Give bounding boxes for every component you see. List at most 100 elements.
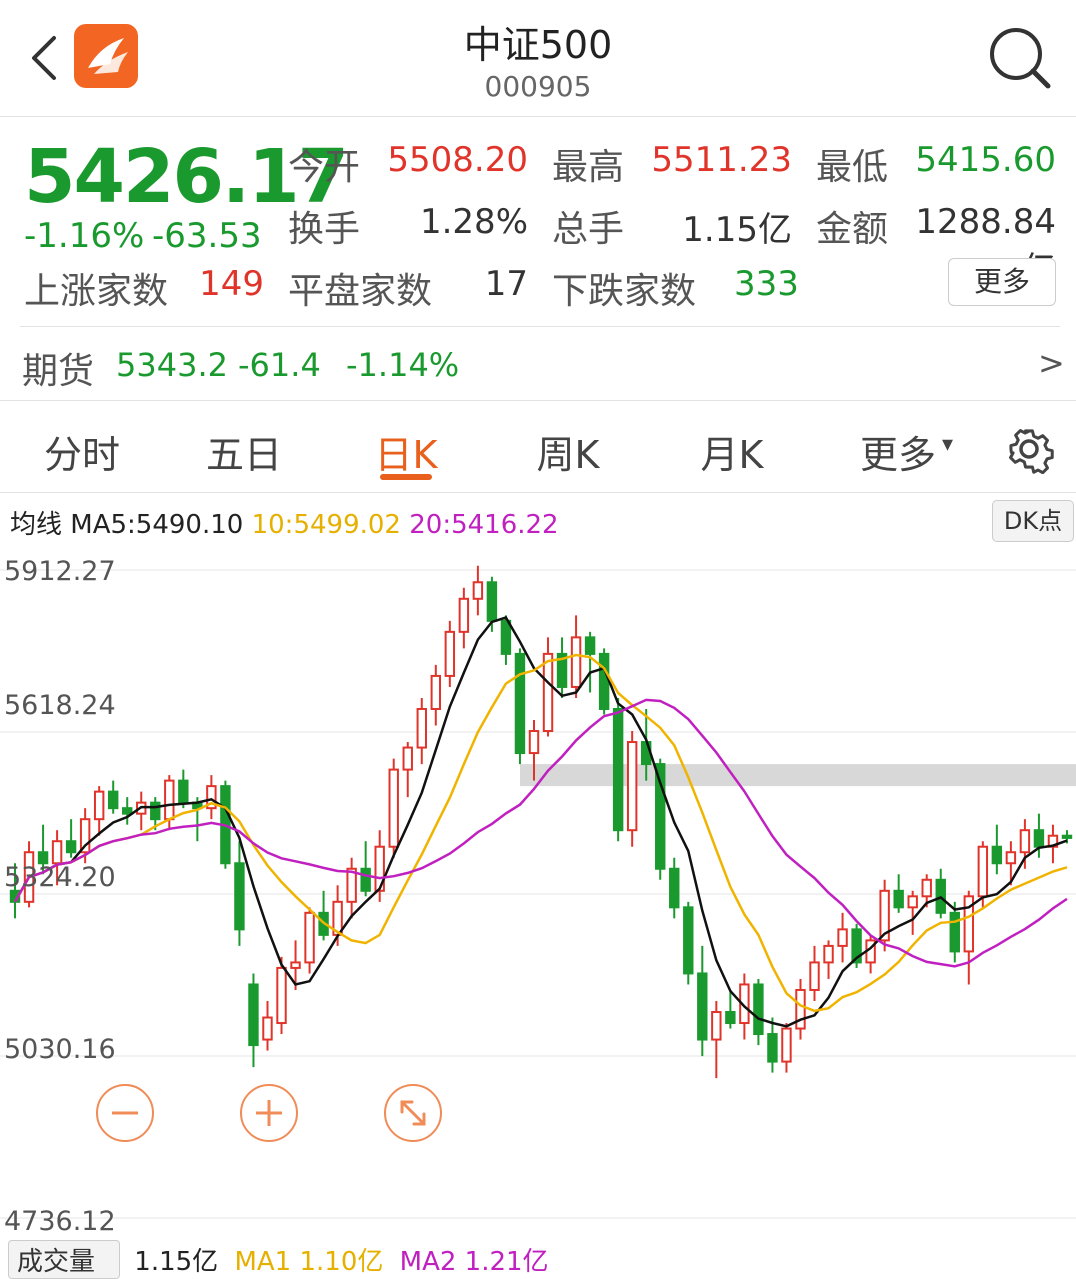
candle-body xyxy=(416,707,427,749)
candle-body xyxy=(570,636,582,688)
candle-body xyxy=(107,790,119,810)
candle-body xyxy=(584,636,596,655)
zoom-in-button[interactable] xyxy=(240,1084,298,1142)
volume-ma1: MA1 1.10亿 xyxy=(234,1247,384,1277)
down-count-label: 下跌家数 xyxy=(552,271,697,312)
candle-body xyxy=(150,801,161,821)
ma20-value: 20:5416.22 xyxy=(409,510,559,540)
candle-body xyxy=(837,928,848,947)
fullscreen-button[interactable] xyxy=(384,1084,442,1142)
change-value: -63.53 xyxy=(152,216,262,256)
candle-body xyxy=(402,746,413,771)
candle-body xyxy=(178,779,189,804)
turnover-label: 换手 xyxy=(288,209,361,250)
y-tick-label: 5618.24 xyxy=(4,690,116,721)
resistance-band xyxy=(520,764,1076,787)
volume-label: 总手 xyxy=(552,209,625,250)
candle-body xyxy=(248,983,259,1047)
candle-body xyxy=(795,988,806,1030)
search-button[interactable] xyxy=(986,24,1054,92)
candle-body xyxy=(304,911,315,964)
candle-body xyxy=(697,972,708,1041)
stock-code: 000905 xyxy=(484,70,592,103)
candle-body xyxy=(626,741,638,832)
flat-count-label: 平盘家数 xyxy=(288,271,433,312)
candle-body xyxy=(360,867,371,892)
futures-change-pct: -1.14% xyxy=(346,346,460,384)
up-count-label: 上涨家数 xyxy=(24,271,169,312)
candle-body xyxy=(290,961,301,969)
candle-body xyxy=(669,867,680,909)
gear-icon xyxy=(1009,429,1054,475)
candle-body xyxy=(753,983,764,1036)
futures-arrow: > xyxy=(1038,344,1065,382)
candle-body xyxy=(444,630,456,677)
flat-count-value: 17 xyxy=(484,264,528,304)
futures-row[interactable]: 期货 5343.2 -61.4 -1.14% > xyxy=(0,328,1076,400)
volume-indicator-select[interactable]: 成交量 xyxy=(8,1240,121,1279)
candle-body xyxy=(781,1027,792,1063)
volume-value: 1.15亿 xyxy=(134,1247,219,1277)
candle-body xyxy=(51,840,63,865)
candle-body xyxy=(1033,829,1045,848)
search-icon xyxy=(990,28,1051,89)
candle-body xyxy=(991,845,1003,865)
candle-body xyxy=(907,895,918,909)
turnover-value: 1.28% xyxy=(419,202,528,242)
candle-body xyxy=(725,1011,736,1025)
candle-body xyxy=(598,652,610,710)
active-tab-indicator xyxy=(380,474,432,480)
futures-change: -61.4 xyxy=(238,346,321,384)
open-label: 今开 xyxy=(288,147,361,188)
candle-body xyxy=(262,1016,273,1041)
candle-body xyxy=(612,707,624,832)
tab-daily-k[interactable]: 日K xyxy=(364,424,448,479)
zoom-out-icon xyxy=(112,1111,138,1115)
tab-monthly-k[interactable]: 月K xyxy=(690,424,774,479)
ma5-value: MA5:5490.10 xyxy=(70,510,244,540)
ma10-line xyxy=(13,653,1068,1013)
low-label: 最低 xyxy=(816,147,889,188)
candle-body xyxy=(711,1011,722,1041)
candle-body xyxy=(65,840,77,854)
candle-body xyxy=(93,790,105,821)
candle-body xyxy=(767,1033,778,1063)
futures-label: 期货 xyxy=(22,351,95,392)
candle-body xyxy=(542,652,554,733)
dk-point-button[interactable]: DK点 xyxy=(992,500,1074,542)
candle-body xyxy=(388,768,399,848)
ma-label: 均线 xyxy=(10,510,63,540)
ma10-value: 10:5499.02 xyxy=(251,510,401,540)
zoom-out-button[interactable] xyxy=(96,1084,154,1142)
candle-body xyxy=(949,911,960,953)
tab-five-day[interactable]: 五日 xyxy=(202,424,286,479)
zoom-in-icon xyxy=(256,1100,282,1126)
candle-body xyxy=(1061,834,1073,839)
caret-down-icon: ▾ xyxy=(942,432,954,457)
y-tick-label: 5324.20 xyxy=(4,862,116,893)
candle-body xyxy=(472,581,484,600)
low-value: 5415.60 xyxy=(915,140,1056,180)
candle-body xyxy=(164,779,175,821)
more-quote-button[interactable]: 更多 xyxy=(948,258,1056,306)
y-tick-label: 4736.12 xyxy=(4,1206,116,1237)
down-count-value: 333 xyxy=(734,264,799,304)
candle-body xyxy=(500,619,512,655)
candle-body xyxy=(234,862,245,931)
candle-body xyxy=(893,889,904,909)
candle-body xyxy=(458,597,470,633)
settings-button[interactable] xyxy=(1004,424,1054,475)
tab-weekly-k[interactable]: 周K xyxy=(526,424,610,479)
candle-body xyxy=(683,906,694,975)
candle-body xyxy=(528,730,540,755)
open-value: 5508.20 xyxy=(387,140,528,180)
candle-body xyxy=(122,807,133,815)
candle-body xyxy=(276,966,287,1025)
expand-icon xyxy=(400,1100,426,1126)
amount-label: 金额 xyxy=(816,209,889,250)
tab-more[interactable]: 更多 xyxy=(856,424,940,479)
tab-intraday[interactable]: 分时 xyxy=(40,424,124,479)
candle-body xyxy=(977,845,989,898)
candle-body xyxy=(486,581,498,622)
candlestick-chart[interactable] xyxy=(0,548,1076,1240)
